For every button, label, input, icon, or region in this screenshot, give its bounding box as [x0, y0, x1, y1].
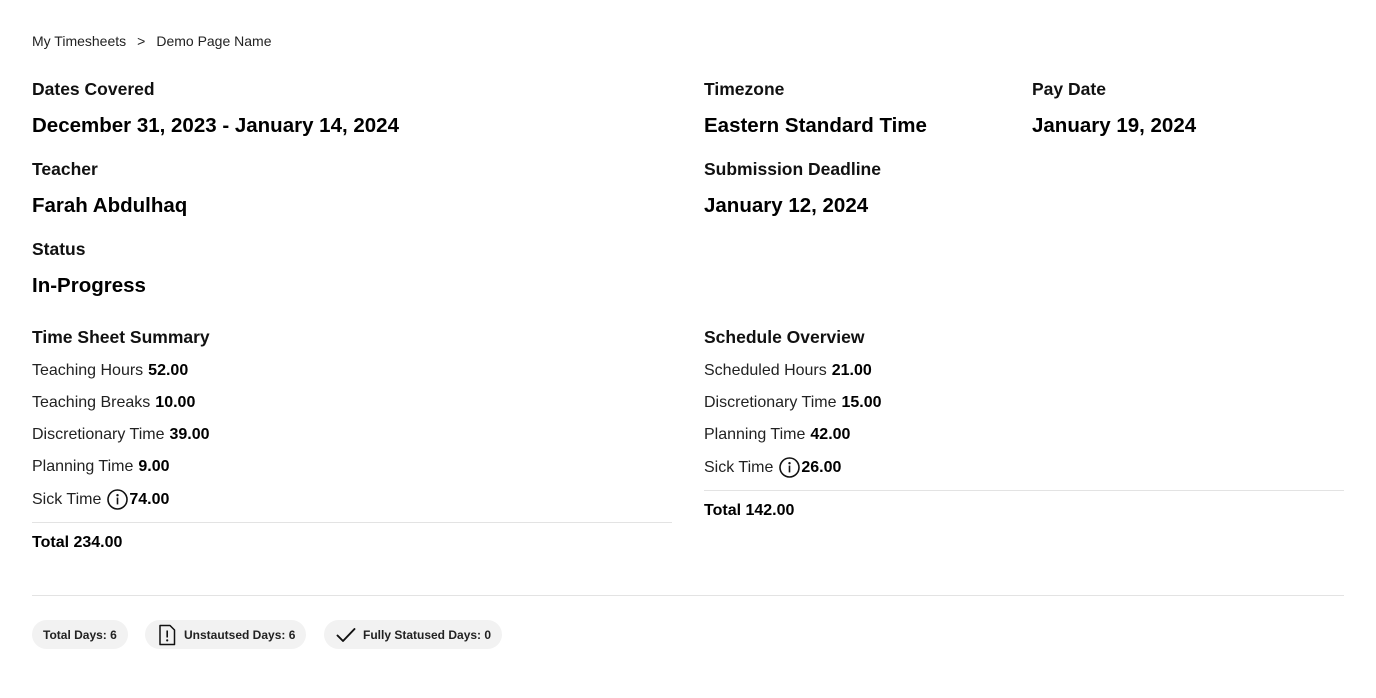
- schedule-total: Total 142.00: [704, 502, 795, 519]
- dates-covered-value: December 31, 2023 - January 14, 2024: [32, 114, 399, 137]
- schedule-row-planning-time: Planning Time 42.00: [704, 426, 850, 444]
- total-days-text: Total Days: 6: [43, 627, 117, 642]
- summary-row-discretionary-time: Discretionary Time 39.00: [32, 426, 210, 444]
- summary-row-value: 9.00: [138, 458, 170, 475]
- summary-row-value: 52.00: [148, 362, 189, 379]
- summary-row-teaching-breaks: Teaching Breaks 10.00: [32, 394, 195, 412]
- submission-deadline-label: Submission Deadline: [704, 159, 881, 179]
- summary-row-value: 74.00: [129, 490, 170, 508]
- breadcrumb-current: Demo Page Name: [156, 33, 272, 49]
- summary-row-teaching-hours: Teaching Hours 52.00: [32, 362, 188, 380]
- info-icon[interactable]: [779, 457, 801, 478]
- teacher-label: Teacher: [32, 159, 98, 179]
- status-label: Status: [32, 239, 86, 259]
- summary-row-label: Discretionary Time: [32, 426, 165, 443]
- schedule-row-label: Scheduled Hours: [704, 362, 827, 379]
- schedule-divider: [704, 490, 1344, 491]
- unstatused-days-text: Unstautsed Days: 6: [184, 627, 296, 642]
- summary-row-label: Planning Time: [32, 458, 134, 475]
- pay-date-value: January 19, 2024: [1032, 114, 1197, 137]
- schedule-row-scheduled-hours: Scheduled Hours 21.00: [704, 362, 872, 380]
- schedule-row-label: Sick Time: [704, 458, 774, 476]
- teacher-value: Farah Abdulhaq: [32, 194, 188, 217]
- schedule-row-value: 21.00: [831, 362, 872, 379]
- checkmark-icon: [336, 627, 356, 643]
- schedule-row-value: 42.00: [810, 426, 851, 443]
- section-divider: [32, 595, 1344, 596]
- unstatused-days-badge: Unstautsed Days: 6: [145, 620, 307, 649]
- breadcrumb-separator: >: [137, 33, 146, 49]
- schedule-row-discretionary-time: Discretionary Time 15.00: [704, 394, 882, 412]
- schedule-row-label: Discretionary Time: [704, 394, 837, 411]
- document-alert-icon: [157, 624, 177, 646]
- summary-total: Total 234.00: [32, 534, 123, 551]
- fully-statused-days-badge: Fully Statused Days: 0: [324, 620, 503, 649]
- summary-row-label: Teaching Hours: [32, 362, 144, 379]
- summary-row-value: 39.00: [169, 426, 210, 443]
- schedule-row-value: 15.00: [841, 394, 882, 411]
- summary-row-planning-time: Planning Time 9.00: [32, 458, 170, 476]
- schedule-row-value: 26.00: [801, 458, 842, 476]
- total-days-badge: Total Days: 6: [32, 620, 128, 649]
- schedule-row-sick-time: Sick Time 26.00: [704, 457, 841, 478]
- summary-row-label: Sick Time: [32, 490, 102, 508]
- info-icon[interactable]: [107, 489, 129, 510]
- schedule-row-label: Planning Time: [704, 426, 806, 443]
- time-sheet-summary-title: Time Sheet Summary: [32, 327, 210, 347]
- schedule-overview-title: Schedule Overview: [704, 327, 865, 347]
- status-value: In-Progress: [32, 274, 146, 297]
- breadcrumb: My Timesheets > Demo Page Name: [32, 33, 272, 49]
- summary-divider: [32, 522, 672, 523]
- pay-date-label: Pay Date: [1032, 79, 1106, 99]
- summary-row-value: 10.00: [155, 394, 196, 411]
- submission-deadline-value: January 12, 2024: [704, 194, 869, 217]
- summary-row-sick-time: Sick Time 74.00: [32, 489, 169, 510]
- breadcrumb-link-my-timesheets[interactable]: My Timesheets: [32, 33, 126, 49]
- dates-covered-label: Dates Covered: [32, 79, 155, 99]
- summary-row-label: Teaching Breaks: [32, 394, 151, 411]
- timezone-value: Eastern Standard Time: [704, 114, 927, 137]
- fully-statused-days-text: Fully Statused Days: 0: [363, 627, 492, 642]
- timezone-label: Timezone: [704, 79, 785, 99]
